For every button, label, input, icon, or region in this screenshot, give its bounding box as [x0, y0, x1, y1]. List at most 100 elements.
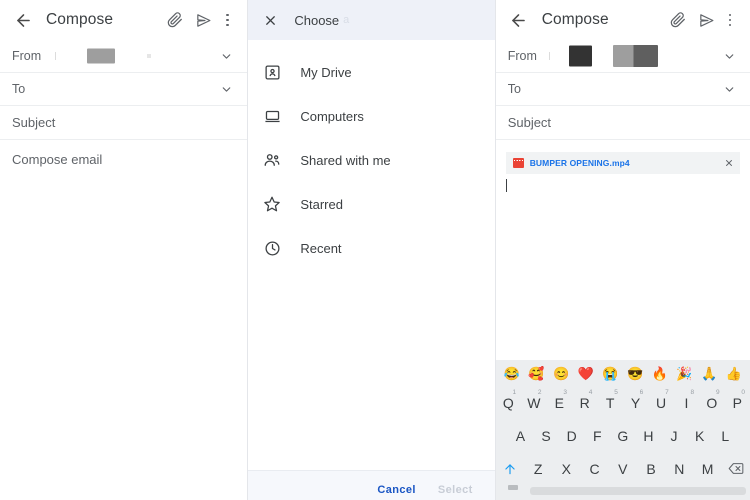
- key-superscript: 1: [512, 389, 517, 396]
- chevron-down-icon[interactable]: [220, 50, 233, 63]
- drive-item-label: Computers: [300, 108, 364, 124]
- key-superscript: 5: [614, 389, 618, 396]
- key-e[interactable]: E3: [547, 387, 572, 418]
- key-l[interactable]: L: [712, 420, 738, 451]
- close-icon[interactable]: [258, 8, 282, 32]
- key-o[interactable]: O9: [699, 387, 724, 418]
- key-label: Y: [630, 394, 641, 411]
- key-a[interactable]: A: [508, 420, 534, 451]
- key-s[interactable]: S: [533, 420, 559, 451]
- page-title: Compose: [46, 11, 114, 28]
- key-label: U: [655, 394, 667, 411]
- paperclip-icon[interactable]: [161, 6, 189, 34]
- from-field-right[interactable]: From: [495, 40, 750, 73]
- to-value-left: [25, 73, 220, 105]
- chevron-down-icon[interactable]: [723, 50, 736, 63]
- drive-item-my-drive[interactable]: My Drive: [248, 50, 494, 94]
- clock-icon: [262, 238, 282, 258]
- emoji-key[interactable]: 😊: [553, 367, 569, 380]
- people-icon: [262, 150, 282, 170]
- drive-item-shared-with-me[interactable]: Shared with me: [248, 138, 494, 182]
- key-x[interactable]: X: [552, 453, 580, 484]
- key-p[interactable]: P0: [725, 387, 750, 418]
- key-g[interactable]: G: [610, 420, 636, 451]
- emoji-key[interactable]: ❤️: [578, 367, 594, 380]
- key-q[interactable]: Q1: [496, 387, 521, 418]
- key-label: W: [527, 394, 541, 411]
- space-key[interactable]: [529, 487, 746, 495]
- attachment-chip[interactable]: BUMPER OPENING.mp4: [505, 152, 740, 174]
- compose-right-appbar: Compose: [495, 0, 750, 40]
- drive-picker-header: Choose a: [248, 0, 495, 40]
- key-b[interactable]: B: [637, 453, 665, 484]
- emoji-key[interactable]: 😭: [602, 367, 618, 380]
- emoji-key[interactable]: 👍: [726, 367, 742, 380]
- key-c[interactable]: C: [580, 453, 608, 484]
- key-r[interactable]: R4: [572, 387, 597, 418]
- key-superscript: 7: [665, 389, 669, 396]
- key-f[interactable]: F: [584, 420, 610, 451]
- key-h[interactable]: H: [636, 420, 662, 451]
- emoji-key[interactable]: 🥰: [528, 367, 544, 380]
- close-icon[interactable]: [724, 158, 734, 168]
- shift-arrow-up-icon[interactable]: [496, 453, 524, 484]
- subject-field-left[interactable]: Subject: [0, 106, 248, 140]
- redacted-email-block: [87, 48, 116, 64]
- comma-key[interactable]: [500, 485, 526, 490]
- more-vert-icon[interactable]: [720, 6, 740, 34]
- emoji-key[interactable]: 🎉: [676, 367, 692, 380]
- emoji-key[interactable]: 😂: [504, 367, 520, 380]
- key-t[interactable]: T5: [597, 387, 622, 418]
- key-y[interactable]: Y6: [623, 387, 648, 418]
- key-d[interactable]: D: [559, 420, 585, 451]
- key-k[interactable]: K: [687, 420, 713, 451]
- drive-item-starred[interactable]: Starred: [248, 182, 494, 226]
- computer-icon: [262, 106, 282, 126]
- key-label: P: [732, 394, 742, 411]
- more-vert-icon[interactable]: [217, 6, 237, 34]
- drive-item-computers[interactable]: Computers: [248, 94, 494, 138]
- from-field-left[interactable]: From: [0, 40, 248, 73]
- emoji-key[interactable]: 🔥: [652, 367, 668, 380]
- send-icon[interactable]: [692, 6, 720, 34]
- arrow-back-icon[interactable]: [506, 7, 532, 33]
- subject-placeholder: Subject: [507, 115, 552, 130]
- key-v[interactable]: V: [609, 453, 637, 484]
- drive-item-label: Shared with me: [300, 152, 391, 168]
- drive-list: My Drive Computers Shared with me Starre…: [248, 40, 495, 270]
- emoji-key[interactable]: 😎: [627, 367, 643, 380]
- keyboard-row-3: Z X C V B N M: [496, 452, 750, 485]
- emoji-key[interactable]: 🙏: [701, 367, 717, 380]
- key-n[interactable]: N: [665, 453, 693, 484]
- key-w[interactable]: W2: [521, 387, 546, 418]
- key-superscript: 0: [741, 389, 746, 396]
- redacted-block-1: [568, 45, 592, 67]
- key-u[interactable]: U7: [648, 387, 673, 418]
- subject-field-right[interactable]: Subject: [495, 106, 750, 140]
- keyboard-row-4: [496, 485, 750, 500]
- key-label: E: [554, 394, 564, 411]
- on-screen-keyboard: 😂 🥰 😊 ❤️ 😭 😎 🔥 🎉 🙏 👍 Q1 W2 E3 R4 T5 Y6 U…: [495, 360, 750, 500]
- select-button[interactable]: Select: [438, 484, 473, 496]
- paperclip-icon[interactable]: [664, 6, 692, 34]
- to-field-left[interactable]: To: [0, 73, 248, 106]
- to-field-right[interactable]: To: [495, 73, 750, 106]
- drive-item-recent[interactable]: Recent: [248, 226, 494, 270]
- arrow-back-icon[interactable]: [10, 7, 36, 33]
- drive-picker-title: Choose: [294, 12, 340, 28]
- backspace-icon[interactable]: [722, 453, 750, 484]
- key-z[interactable]: Z: [524, 453, 552, 484]
- key-label: O: [706, 394, 718, 411]
- body-input-right[interactable]: [496, 174, 750, 192]
- key-j[interactable]: J: [661, 420, 687, 451]
- body-placeholder-left[interactable]: Compose email: [0, 140, 247, 167]
- key-m[interactable]: M: [693, 453, 721, 484]
- chevron-down-icon[interactable]: [723, 83, 736, 96]
- cancel-button[interactable]: Cancel: [377, 484, 415, 496]
- star-icon: [262, 194, 282, 214]
- send-icon[interactable]: [189, 6, 217, 34]
- key-i[interactable]: I8: [674, 387, 699, 418]
- text-caret: [505, 179, 508, 192]
- chevron-down-icon[interactable]: [220, 83, 233, 96]
- drive-picker-title-faint: a: [343, 14, 350, 26]
